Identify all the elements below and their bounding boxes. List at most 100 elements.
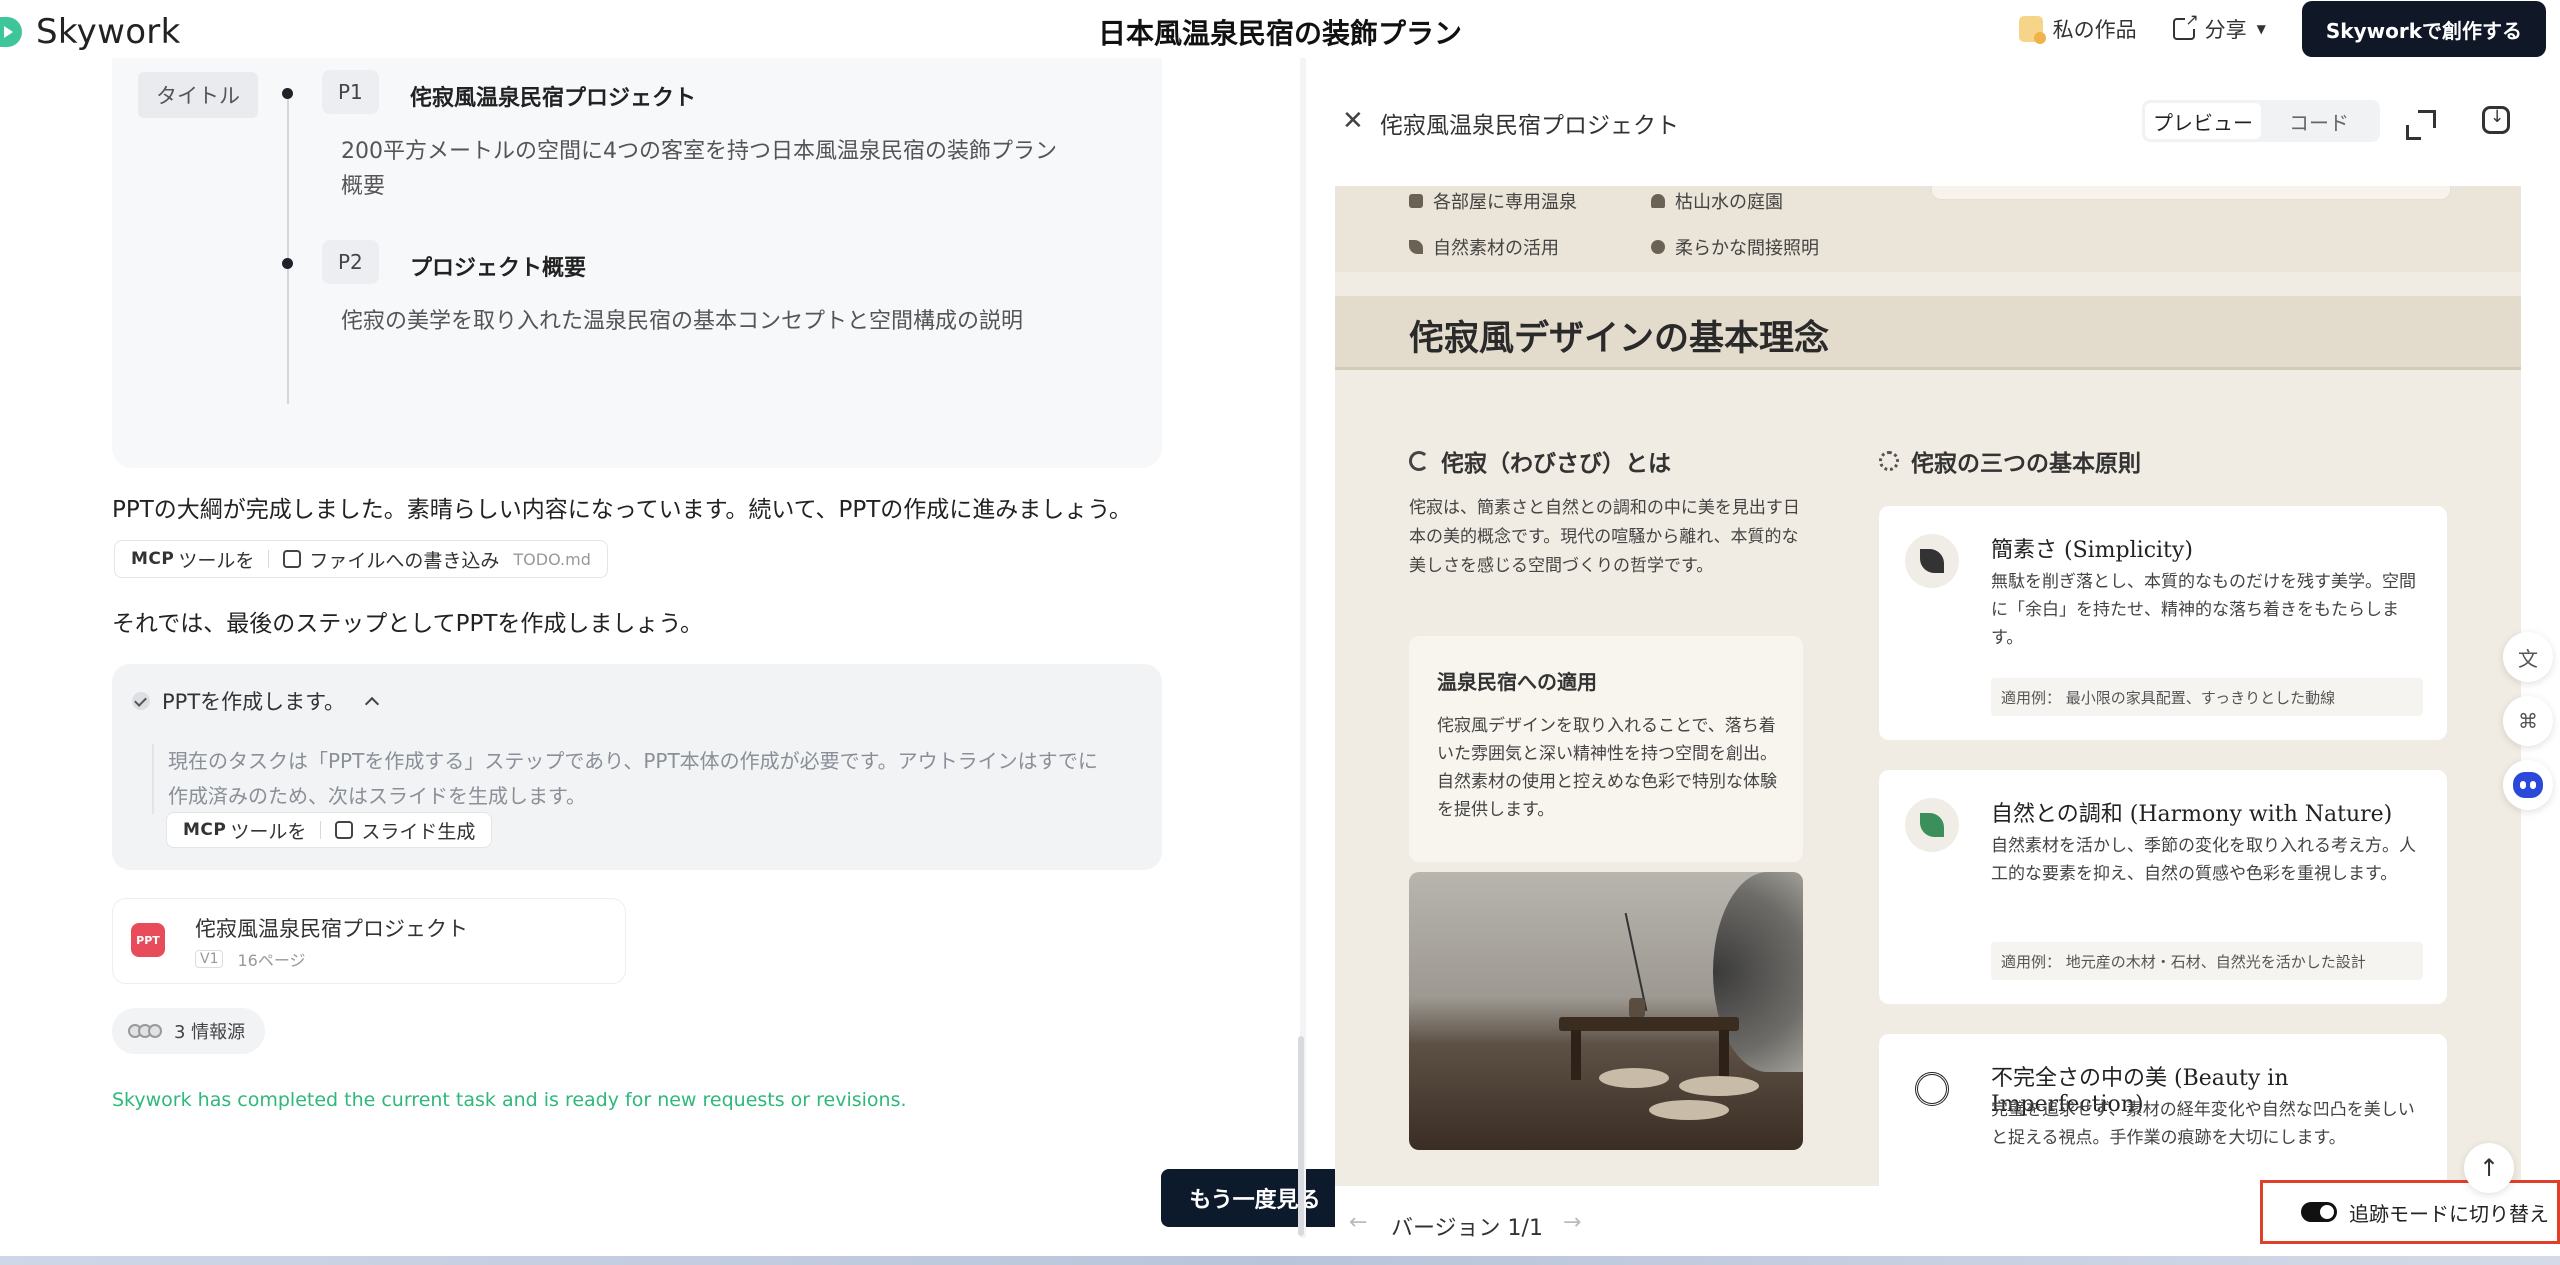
share-button[interactable]: 分享 ▼ [2172,10,2266,44]
interior-photo [1409,872,1803,1150]
file-icon [283,550,302,568]
lightbulb-icon [1651,240,1665,254]
sources-pill[interactable]: 3 情報源 [112,1008,266,1054]
my-works-button[interactable]: 私の作品 [2018,14,2137,44]
tool-label: ツールを [230,820,307,843]
tool-call-pill[interactable]: MCP ツールを スライド生成 [166,812,493,848]
separator [320,821,322,839]
fingerprint-icon [1905,1062,1959,1116]
toggle-label: 追跡モードに切り替え [2349,1201,2549,1226]
slide-number: P2 [322,240,379,284]
share-label: 分享 [2204,18,2247,42]
panel-title: 侘寂風温泉民宿プロジェクト [1380,113,1679,139]
principle-title: 自然との調和 (Harmony with Nature) [1991,802,2393,827]
prev-version-icon[interactable]: ← [1349,1210,1367,1235]
table-leg [1719,1030,1729,1080]
close-icon[interactable]: ✕ [1342,106,1364,136]
view-again-button[interactable]: もう一度見る [1161,1169,1349,1227]
slide-title: 侘寂風温泉民宿プロジェクト [410,86,697,111]
slide-description: 200平方メートルの空間に4つの客室を持つ日本風温泉民宿の装飾プラン概要 [341,139,1057,199]
slide-description: 侘寂の美学を取り入れた温泉民宿の基本コンセプトと空間構成の説明 [341,309,1024,334]
application-box: 温泉民宿への適用 侘寂風デザインを取り入れることで、落ち着いた雰囲気と深い精神性… [1409,636,1803,862]
principle-example: 適用例： 地元産の木材・石材、自然光を活かした設計 [1991,942,2423,980]
principle-example: 適用例： 最小限の家具配置、すっきりとした動線 [1991,678,2423,716]
slide-title: プロジェクト概要 [410,256,587,281]
wabisabi-description: 侘寂は、簡素さと自然との調和の中に美を見出す日本の美的概念です。現代の喧騒から離… [1409,498,1800,576]
floating-tools: 文 ⌘ [2503,632,2560,812]
feature-label: 各部屋に専用温泉 [1433,192,1577,213]
table-leg [1571,1030,1581,1080]
assistant-bot-icon[interactable] [2503,760,2553,810]
task-title: PPTを作成します。 [162,690,346,714]
my-works-label: 私の作品 [2052,18,2137,42]
skywork-logo-icon [0,17,22,47]
principle-card: 不完全さの中の美 (Beauty in Imperfection) 完璧を追求せ… [1879,1034,2447,1186]
wabisabi-section-heading: 侘寂（わびさび）とは [1409,444,1671,478]
task-body: 現在のタスクは「PPTを作成する」ステップであり、PPT本体の作成が必要です。ア… [152,744,1112,814]
share-icon [2172,10,2199,40]
tab-preview[interactable]: プレビュー [2145,103,2261,139]
feature-item: 柔らかな間接照明 [1651,234,1819,260]
bell-icon [1651,194,1665,208]
ppt-version: V1 [195,950,224,968]
timeline-line [287,94,289,404]
previous-slide-footer: 各部屋に専用温泉 枯山水の庭園 自然素材の活用 柔らかな間接照明 [1335,186,2521,272]
create-with-skywork-button[interactable]: Skyworkで創作する [2301,1,2546,57]
chevron-down-icon: ▼ [2256,22,2266,36]
scroll-to-top-icon[interactable]: ↑ [2464,1143,2514,1193]
feather-icon [1905,534,1959,588]
sources-label: 3 情報源 [174,1022,246,1043]
chat-scrollbar[interactable] [1298,1036,1304,1236]
next-version-icon[interactable]: → [1563,1210,1581,1235]
low-table [1559,1017,1739,1031]
branch [1624,912,1648,1012]
leaf-icon [1409,240,1423,254]
translate-icon[interactable]: 文 [2503,632,2553,682]
chevron-up-icon [364,696,380,712]
circle-icon [1409,451,1429,471]
principle-text: 無駄を削ぎ落とし、本質的なものだけを残す美学。空間に「余白」を持たせ、精神的な落… [1991,572,2416,648]
slide-heading-banner: 侘寂風デザインの基本理念 [1335,296,2521,370]
taskbar-edge [0,1256,2560,1265]
tool-call-pill[interactable]: MCP ツールを ファイルへの書き込み TODO.md [114,540,608,578]
task-toggle[interactable]: PPTを作成します。 [132,686,380,716]
completion-message: Skywork has completed the current task a… [112,1089,907,1111]
sources-icon [128,1024,162,1038]
application-title: 温泉民宿への適用 [1437,670,1597,694]
feature-item: 自然素材の活用 [1409,234,1559,260]
toggle-switch[interactable] [2301,1202,2337,1222]
download-icon[interactable] [2482,106,2510,134]
ppt-pages: 16ページ [237,951,306,970]
check-icon [132,692,150,710]
gear-icon [1879,451,1899,471]
leaf-icon [1905,798,1959,852]
tool-label: ツールを [178,549,255,572]
tracking-mode-toggle[interactable]: 追跡モードに切り替え [2260,1180,2560,1244]
tool-action: ファイルへの書き込み [309,549,500,572]
timeline-dot [282,258,293,269]
skywork-logo[interactable]: Skywork [0,12,181,52]
slide-number: P1 [322,70,379,114]
principle-title: 簡素さ (Simplicity) [1991,538,2193,563]
top-header: Skywork 日本風温泉民宿の装飾プラン 私の作品 分享 ▼ Skyworkで… [0,0,2560,58]
section-title: 侘寂の三つの基本原則 [1911,450,2141,477]
cushion [1599,1068,1669,1088]
principle-text: 完璧を追求せず、素材の経年変化や自然な凹凸を美しいと捉える視点。手作業の痕跡を大… [1991,1100,2415,1148]
feature-label: 自然素材の活用 [1433,238,1559,259]
section-title: 侘寂（わびさび）とは [1441,450,1671,477]
tool-action: スライド生成 [361,820,476,843]
mcp-logo: MCP [183,820,227,840]
command-icon[interactable]: ⌘ [2503,696,2553,746]
ppt-icon: PPT [131,923,165,957]
mcp-logo: MCP [131,549,175,569]
view-mode-toggle: プレビュー コード [2142,100,2380,142]
cushion [1679,1076,1759,1096]
application-text: 侘寂風デザインを取り入れることで、落ち着いた雰囲気と深い精神性を持つ空間を創出。… [1437,716,1777,820]
card-edge [1931,186,2451,200]
outline-card: タイトル P1 侘寂風温泉民宿プロジェクト 200平方メートルの空間に4つの客室… [112,58,1162,468]
ppt-file-card[interactable]: PPT 侘寂風温泉民宿プロジェクト V1 16ページ [112,898,626,984]
fullscreen-icon[interactable] [2406,110,2436,140]
outline-tag: タイトル [138,72,258,118]
timeline-dot [282,88,293,99]
tab-code[interactable]: コード [2261,103,2377,139]
